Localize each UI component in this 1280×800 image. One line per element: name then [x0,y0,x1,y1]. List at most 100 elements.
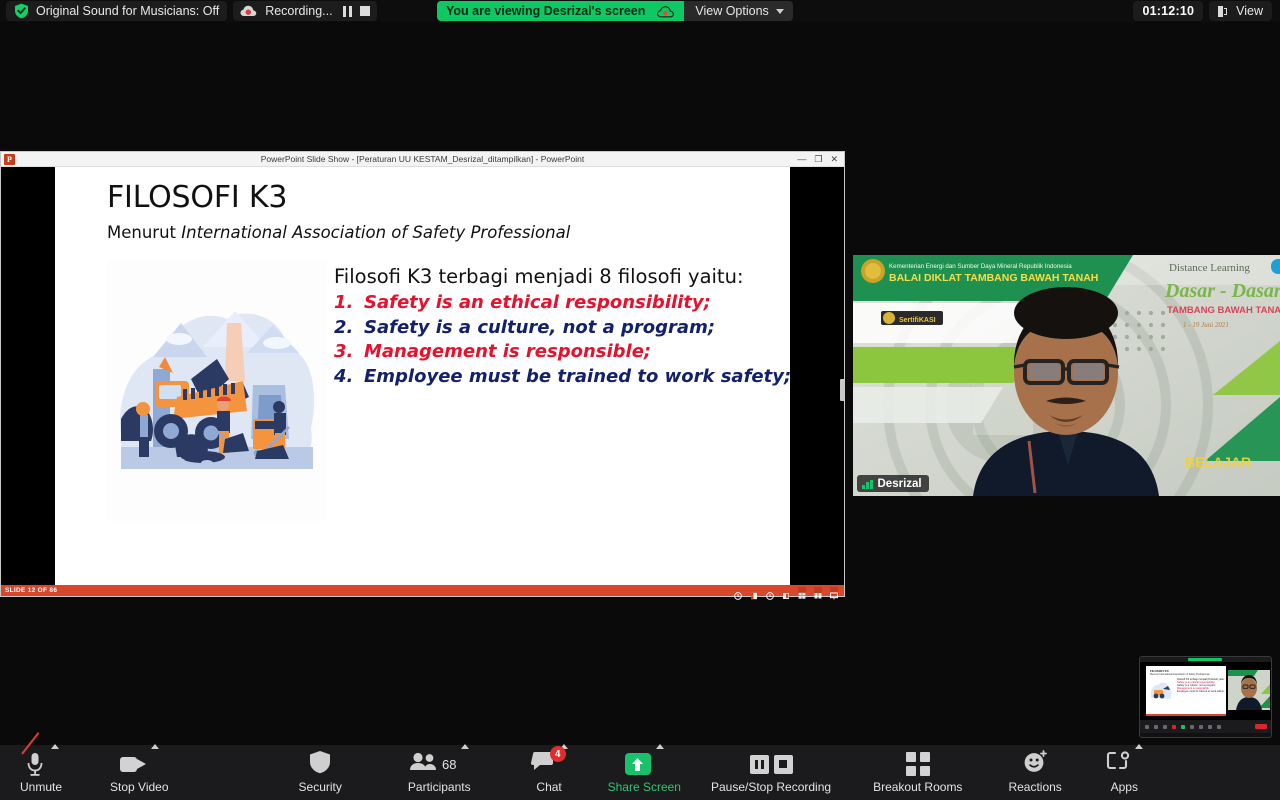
chevron-up-icon[interactable] [50,743,59,749]
view-layout-button[interactable]: View [1209,1,1272,21]
chat-button[interactable]: 4 Chat [530,743,568,800]
chevron-up-icon[interactable] [461,743,470,749]
pause-stop-recording-label: Pause/Stop Recording [710,779,832,794]
svg-text:BELAJAR: BELAJAR [1185,454,1251,470]
chat-label: Chat [536,779,562,794]
list-item-text: Safety is a culture, not a program; [364,316,716,338]
slide-title: FILOSOFI K3 [107,180,288,215]
window-resize-handle[interactable] [840,379,845,401]
grid-squares-icon [905,752,930,776]
slide-subtitle: Menurut International Association of Saf… [107,223,768,242]
participant-count: 68 [442,756,457,772]
chevron-up-icon[interactable] [1134,743,1143,749]
share-screen-label: Share Screen [607,779,681,794]
pip-slide-preview: FILOSOFI K3 Menurut International Associ… [1146,666,1226,716]
zoom-meeting-window: Original Sound for Musicians: Off Record… [0,0,1280,800]
presenter-video-tile[interactable]: Kementerian Energi dan Sumber Daya Miner… [853,255,1280,496]
security-label: Security [298,779,342,794]
notes-icon[interactable] [750,587,758,599]
powerpoint-body: FILOSOFI K3 Menurut International Associ… [1,167,845,588]
screen-share-banner: You are viewing Desrizal's screen View O… [437,1,793,21]
unmute-label: Unmute [20,779,63,794]
chevron-down-icon [775,8,784,14]
unmute-button[interactable]: Unmute [20,731,63,800]
view-options-button[interactable]: View Options [684,1,793,21]
slide-lead-text: Filosofi K3 terbagi menjadi 8 filosofi y… [334,265,744,288]
meeting-top-bar: Original Sound for Musicians: Off Record… [0,0,1280,22]
list-item: 2. Safety is a culture, not a program; [334,316,790,341]
close-icon[interactable]: ✕ [830,154,838,164]
grid-view-icon[interactable] [798,586,806,599]
participants-label: Participants [407,779,471,794]
breakout-rooms-label: Breakout Rooms [873,779,963,794]
powerpoint-status-bar: SLIDE 12 OF 86 [1,585,844,600]
apps-icon [1106,751,1130,777]
pip-slide-subtitle: Menurut International Association of Saf… [1150,673,1210,676]
powerpoint-window-title: PowerPoint Slide Show - [Peraturan UU KE… [260,154,585,164]
slide-canvas[interactable]: FILOSOFI K3 Menurut International Associ… [55,167,790,588]
pause-stop-recording-button[interactable]: Pause/Stop Recording [711,745,831,800]
signal-bars-icon [862,479,873,489]
list-item: 1. Safety is an ethical responsibility; [334,291,790,316]
participant-name-badge: Desrizal [857,475,929,492]
share-screen-button[interactable]: Share Screen [607,743,681,800]
powerpoint-title-bar[interactable]: P PowerPoint Slide Show - [Peraturan UU … [1,152,844,167]
stop-icon[interactable] [359,6,370,16]
chat-bubble-icon: 4 [530,746,566,777]
recording-indicator[interactable]: Recording... [233,1,377,21]
stop-video-label: Stop Video [110,779,169,794]
list-item-number: 3. [334,341,354,363]
pip-illustration [1150,682,1172,699]
zoom-icon[interactable] [814,586,822,598]
list-item: 4. Employee must be trained to work safe… [334,365,790,390]
stop-video-button[interactable]: Stop Video [110,743,169,800]
security-button[interactable]: Security [299,745,342,800]
reactions-button[interactable]: Reactions [1008,745,1062,800]
pen-icon[interactable] [734,587,742,600]
participants-button[interactable]: 68 Participants [407,743,471,800]
svg-text:TAMBANG BAWAH TANAH: TAMBANG BAWAH TANAH [1167,305,1280,316]
pip-toolbar [1140,720,1271,733]
camera-icon [119,756,146,772]
recording-label: Recording... [265,4,333,18]
powerpoint-window[interactable]: P PowerPoint Slide Show - [Peraturan UU … [0,151,845,600]
microphone-muted-icon [20,731,46,777]
restore-icon[interactable]: ❐ [814,154,822,164]
original-sound-label: Original Sound for Musicians: Off [36,4,220,18]
slide-text-block: Filosofi K3 terbagi menjadi 8 filosofi y… [334,261,790,521]
present-icon[interactable] [829,586,839,599]
slide-subtitle-italic: International Association of Safety Prof… [181,223,571,242]
list-item: 3. Management is responsible; [334,340,790,365]
minimize-icon[interactable]: — [797,154,806,164]
pip-list-item: Employee must be trained to work safety; [1177,690,1225,693]
slide-panel-icon[interactable] [782,587,790,599]
self-view-thumbnail[interactable]: FILOSOFI K3 Menurut International Associ… [1139,656,1272,738]
virtual-background: Kementerian Energi dan Sumber Daya Miner… [853,255,1280,496]
chevron-up-icon[interactable] [150,743,159,749]
chat-unread-badge: 4 [549,746,566,762]
svg-text:BALAI DIKLAT TAMBANG BAWAH TAN: BALAI DIKLAT TAMBANG BAWAH TANAH [889,272,1098,284]
pause-icon[interactable] [342,5,352,17]
breakout-rooms-button[interactable]: Breakout Rooms [873,745,962,800]
smiley-plus-icon [1023,750,1048,778]
powerpoint-app-icon: P [4,153,15,165]
list-item-text: Management is responsible; [364,341,652,363]
slide-counter: SLIDE 12 OF 86 [5,587,58,594]
svg-text:1 - 19 Juni 2021: 1 - 19 Juni 2021 [1183,321,1229,329]
list-item-number: 4. [334,365,354,387]
share-arrow-up-icon [624,753,651,775]
list-item-number: 2. [334,316,354,338]
timer-icon[interactable] [766,587,774,600]
chevron-up-icon[interactable] [655,743,664,749]
original-sound-indicator[interactable]: Original Sound for Musicians: Off [6,1,228,21]
cloud-icon [657,5,675,18]
view-options-label: View Options [695,4,769,18]
list-item-text: Safety is an ethical responsibility; [364,292,711,313]
svg-text:Dasar - Dasar K3: Dasar - Dasar K3 [1164,280,1280,302]
timer-value: 01:12:10 [1142,4,1195,18]
list-item-text: Employee must be trained to work safety; [364,365,790,387]
mining-site-illustration [107,261,326,521]
reactions-label: Reactions [1008,779,1062,794]
apps-button[interactable]: Apps [1106,743,1143,800]
view-label: View [1236,4,1263,18]
